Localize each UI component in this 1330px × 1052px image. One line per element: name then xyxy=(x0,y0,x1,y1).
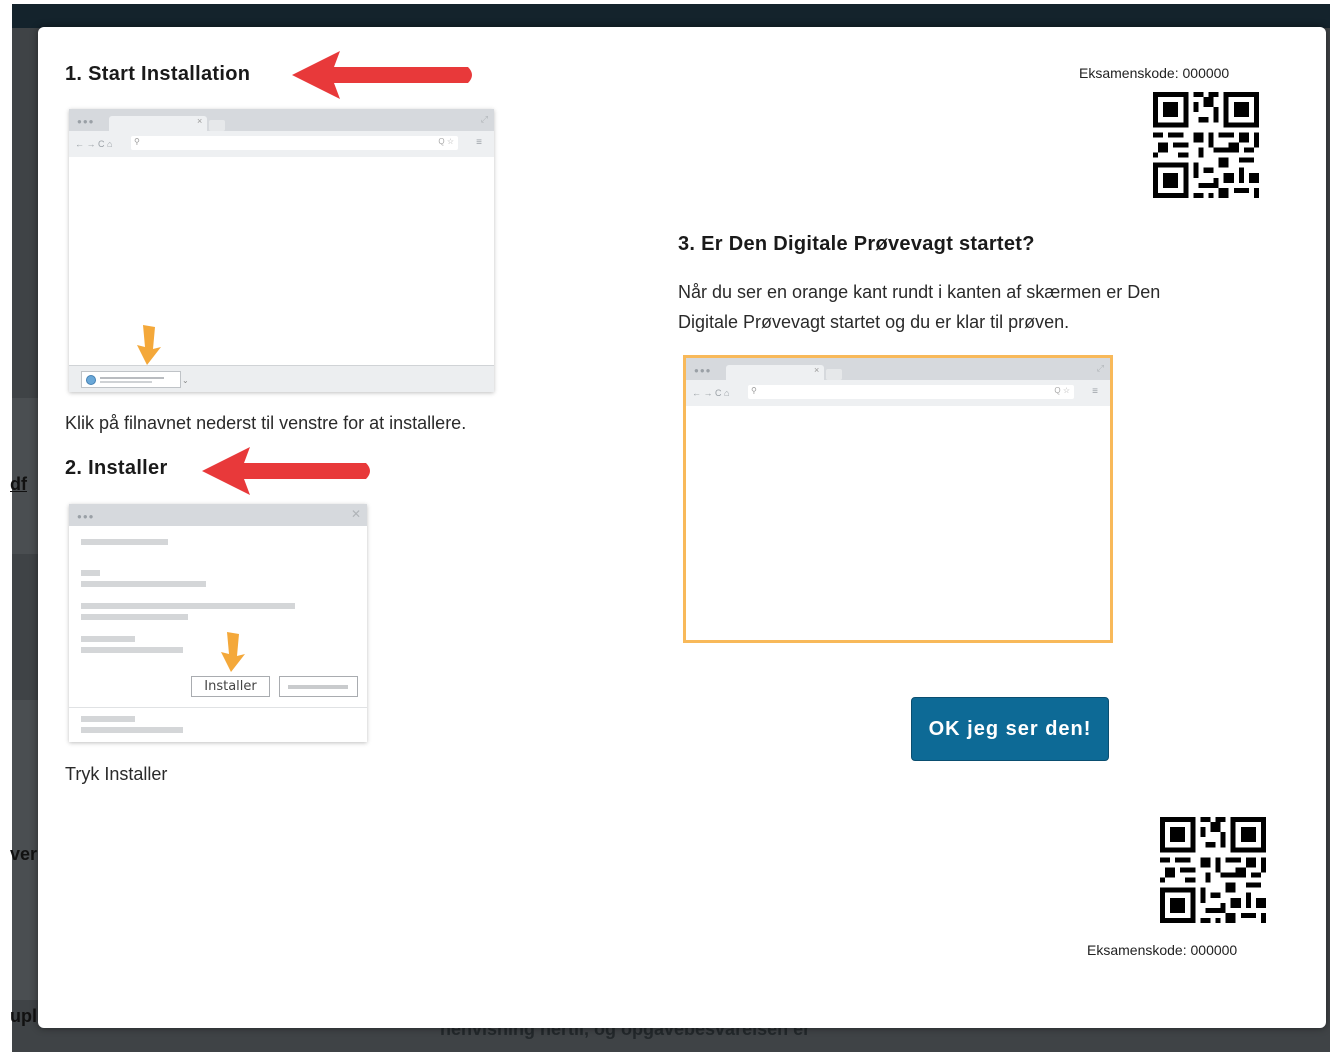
nav-buttons-icon: ← → C ⌂ xyxy=(692,388,730,398)
mock-address-bar: ⚲ Q ☆ xyxy=(748,385,1074,399)
filename-placeholder xyxy=(100,377,164,379)
text-placeholder xyxy=(81,716,135,722)
installer-dialog-mockup: ●●● ✕ Installer xyxy=(69,504,367,742)
step2-caption: Tryk Installer xyxy=(65,764,168,784)
qr-code-icon xyxy=(1160,817,1266,923)
red-arrow-icon xyxy=(202,447,370,495)
text-placeholder xyxy=(81,636,135,642)
browser-mockup-download: ●●● × ⤢ ← → C ⌂ ⚲ Q ☆ ≡ ⌄ xyxy=(69,109,494,392)
text-placeholder xyxy=(81,727,183,733)
text-placeholder xyxy=(81,581,206,587)
window-dots-icon: ●●● xyxy=(77,117,95,126)
installer-button-mock: Installer xyxy=(191,676,270,697)
search-icon: ⚲ xyxy=(751,386,757,395)
mock-tab xyxy=(726,365,824,380)
orange-down-arrow-icon xyxy=(137,325,161,365)
text-placeholder xyxy=(81,603,295,609)
exam-code-bottom: Eksamenskode: 000000 xyxy=(1087,942,1238,958)
mock-toolbar: ← → C ⌂ ⚲ Q ☆ ≡ xyxy=(69,131,494,157)
background-label: upl xyxy=(10,1006,37,1026)
background-link: df xyxy=(10,474,27,494)
background-label: ver xyxy=(10,844,38,864)
expand-icon: ⤢ xyxy=(480,114,488,124)
search-icon: ⚲ xyxy=(134,137,140,146)
text-placeholder xyxy=(81,614,188,620)
step2-heading: 2. Installer xyxy=(65,457,168,479)
browser-mockup-orange-border: ●●● × ⤢ ← → C ⌂ ⚲ Q ☆ ≡ xyxy=(683,355,1113,643)
text-placeholder xyxy=(81,570,100,576)
step1-heading: 1. Start Installation xyxy=(65,63,251,85)
new-tab-icon xyxy=(826,369,842,380)
file-icon xyxy=(86,375,96,385)
tab-close-icon: × xyxy=(814,365,820,375)
close-icon: ✕ xyxy=(350,507,361,521)
text-placeholder xyxy=(81,539,168,545)
label-placeholder xyxy=(288,685,348,689)
menu-icon: ≡ xyxy=(1092,386,1098,397)
nav-buttons-icon: ← → C ⌂ xyxy=(75,139,113,149)
step3-heading: 3. Er Den Digitale Prøvevagt startet? xyxy=(678,233,1035,255)
exam-code-top: Eksamenskode: 000000 xyxy=(1079,65,1230,81)
download-bar: ⌄ xyxy=(69,365,494,392)
orange-down-arrow-icon xyxy=(221,632,245,672)
cancel-button-mock xyxy=(279,676,358,697)
step3-text-line2: Digitale Prøvevagt startet og du er klar… xyxy=(678,312,1070,332)
mock-address-bar: ⚲ Q ☆ xyxy=(131,136,458,150)
download-item: ⌄ xyxy=(81,371,189,388)
step1-caption: Klik på filnavnet nederst til venstre fo… xyxy=(65,413,467,433)
window-dots-icon: ●●● xyxy=(77,512,95,521)
star-icon: Q ☆ xyxy=(1054,386,1070,395)
chevron-down-icon: ⌄ xyxy=(182,376,189,385)
filename-placeholder xyxy=(100,381,152,383)
star-icon: Q ☆ xyxy=(438,137,454,146)
new-tab-icon xyxy=(209,120,225,131)
mock-tabbar: ●●● × ⤢ xyxy=(686,358,1110,380)
tab-close-icon: × xyxy=(197,116,203,126)
expand-icon: ⤢ xyxy=(1096,363,1104,373)
mock-tab xyxy=(109,116,207,131)
divider xyxy=(69,707,367,708)
qr-code-icon xyxy=(1153,92,1259,198)
red-arrow-icon xyxy=(292,51,472,99)
ok-confirm-button[interactable]: OK jeg ser den! xyxy=(911,697,1109,761)
text-placeholder xyxy=(81,647,183,653)
window-dots-icon: ●●● xyxy=(694,366,712,375)
background-topbar xyxy=(12,4,1330,28)
mock-titlebar: ●●● ✕ xyxy=(69,504,367,526)
mock-toolbar: ← → C ⌂ ⚲ Q ☆ ≡ xyxy=(686,380,1110,406)
install-guide-modal: 1. Start Installation ●●● × ⤢ ← → C ⌂ ⚲ … xyxy=(38,27,1326,1028)
menu-icon: ≡ xyxy=(476,137,482,148)
step3-text-line1: Når du ser en orange kant rundt i kanten… xyxy=(678,282,1161,302)
mock-tabbar: ●●● × ⤢ xyxy=(69,109,494,131)
